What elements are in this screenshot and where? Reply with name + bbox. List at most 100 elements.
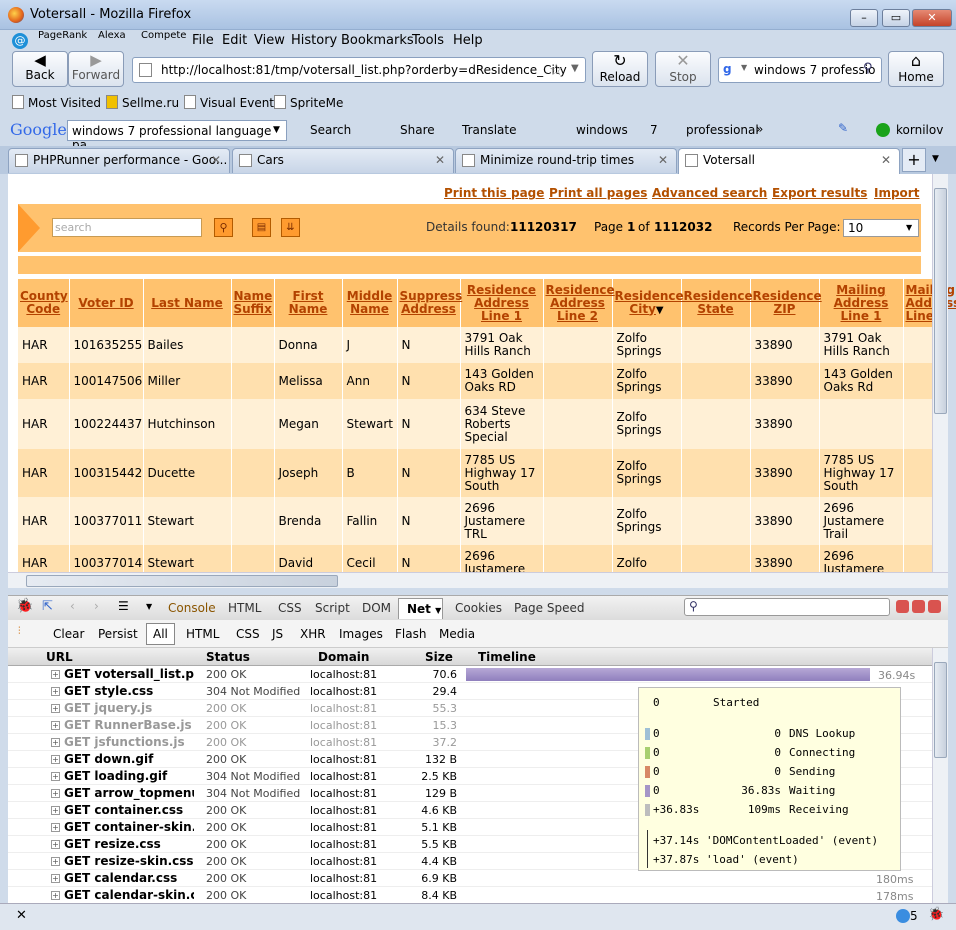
firebug-tab-page-speed[interactable]: Page Speed (514, 601, 584, 615)
close-tab-icon[interactable]: ✕ (658, 153, 668, 167)
col-url[interactable]: URL (46, 650, 73, 664)
google-share-button[interactable]: Share (400, 123, 435, 137)
expand-icon[interactable]: + (51, 789, 60, 798)
filter-images[interactable]: Images (339, 627, 383, 641)
close-tab-icon[interactable]: ✕ (211, 153, 221, 167)
column-header[interactable]: Residence Address Line 1 (460, 279, 544, 327)
page-vertical-scrollbar[interactable] (932, 174, 948, 572)
google-search-button[interactable]: Search (310, 123, 351, 137)
menu-history[interactable]: History (291, 33, 337, 48)
pagerank-icon[interactable]: @ (12, 33, 28, 49)
col-status[interactable]: Status (206, 650, 250, 664)
expand-icon[interactable]: + (51, 755, 60, 764)
firebug-icon[interactable]: 🐞 (16, 598, 33, 614)
bookmark-sellme[interactable]: Sellme.ru (106, 95, 179, 110)
search-input[interactable]: search (52, 218, 202, 237)
expand-icon[interactable]: + (51, 721, 60, 730)
bookmark-visual-event[interactable]: Visual Event (184, 95, 274, 110)
google-translate-button[interactable]: Translate (462, 123, 517, 137)
addon-alexa[interactable]: Alexa (98, 30, 126, 41)
column-header[interactable]: Middle Name (342, 279, 398, 327)
column-header[interactable]: Residence Address Line 2 (543, 279, 615, 327)
new-tab-button[interactable]: + (902, 148, 926, 172)
expand-icon[interactable]: + (51, 891, 60, 900)
column-header[interactable]: Name Suffix (231, 279, 275, 327)
google-query-input[interactable]: windows 7 professional language pa ▼ (67, 120, 287, 152)
col-timeline[interactable]: Timeline (478, 650, 536, 664)
stop-button[interactable]: ✕ Stop (655, 51, 711, 87)
menu-tools[interactable]: Tools (412, 33, 444, 48)
close-status-icon[interactable]: ✕ (16, 908, 27, 923)
column-header[interactable]: County Code (18, 279, 70, 327)
expand-icon[interactable]: + (51, 840, 60, 849)
page-horizontal-scrollbar[interactable] (8, 572, 948, 588)
google-user[interactable]: kornilov (896, 123, 943, 137)
wrench-icon[interactable]: ✎ (838, 121, 848, 135)
menu-edit[interactable]: Edit (222, 33, 247, 48)
url-dropdown-icon[interactable]: ▼ (571, 63, 579, 74)
browser-search-box[interactable]: g ▼ windows 7 professio ⚲ (718, 57, 882, 83)
filter-css[interactable]: CSS (236, 627, 260, 641)
highlight-word-3[interactable]: professional (686, 123, 759, 137)
column-header[interactable]: Residence City ▼ (612, 279, 684, 327)
print-page-link[interactable]: Print this page (444, 186, 544, 200)
filter-all[interactable]: All (146, 623, 175, 645)
tab-phprunner[interactable]: PHPRunner performance - Goo... ✕ (8, 148, 230, 173)
persist-button[interactable]: Persist (98, 627, 138, 641)
menu-help[interactable]: Help (453, 33, 483, 48)
list-menu-icon[interactable]: ☰ (118, 599, 129, 613)
minimize-firebug-icon[interactable] (896, 600, 909, 613)
chevron-more-icon[interactable]: » (756, 122, 763, 136)
collapse-icon[interactable]: ⇊ (281, 218, 300, 237)
menu-bookmarks[interactable]: Bookmarks (341, 33, 414, 48)
filter-flash[interactable]: Flash (395, 627, 426, 641)
back-nav-icon[interactable]: ‹ (70, 599, 75, 613)
show-all-icon[interactable]: ▤ (252, 218, 271, 237)
menu-view[interactable]: View (254, 33, 285, 48)
forward-nav-icon[interactable]: › (94, 599, 99, 613)
column-header[interactable]: First Name (274, 279, 343, 327)
clear-button[interactable]: Clear (53, 627, 84, 641)
inspect-icon[interactable]: ⇱ (42, 599, 53, 614)
column-header[interactable]: Residence ZIP (750, 279, 822, 327)
import-link[interactable]: Import (874, 186, 919, 200)
addon-pagerank[interactable]: PageRank (38, 30, 87, 41)
tab-list-icon[interactable]: ▼ (932, 154, 939, 164)
firebug-tab-net[interactable]: Net ▼ (398, 598, 443, 619)
scrollbar-thumb[interactable] (934, 188, 947, 414)
dropdown-icon[interactable]: ▼ (146, 602, 152, 611)
highlight-word-1[interactable]: windows (576, 123, 628, 137)
expand-icon[interactable]: + (51, 823, 60, 832)
column-header[interactable]: Suppress Address (397, 279, 462, 327)
export-results-link[interactable]: Export results (772, 186, 867, 200)
firebug-status-icon[interactable]: 🐞 (928, 907, 944, 922)
expand-icon[interactable]: + (51, 857, 60, 866)
filter-xhr[interactable]: XHR (300, 627, 326, 641)
firebug-tab-script[interactable]: Script (315, 601, 350, 615)
expand-icon[interactable]: + (51, 687, 60, 696)
magnifier-icon[interactable]: ⚲ (863, 61, 873, 76)
tab-minimize-round-trip[interactable]: Minimize round-trip times ✕ (455, 148, 677, 173)
back-button[interactable]: ◀ Back (12, 51, 68, 87)
firebug-tab-cookies[interactable]: Cookies (455, 601, 502, 615)
records-per-page-select[interactable]: 10 ▼ (843, 219, 919, 237)
close-tab-icon[interactable]: ✕ (881, 153, 891, 167)
close-window-button[interactable]: ✕ (912, 9, 952, 27)
expand-icon[interactable]: + (51, 704, 60, 713)
column-header[interactable]: Residence State (681, 279, 753, 327)
expand-icon[interactable]: + (51, 670, 60, 679)
detach-firebug-icon[interactable] (912, 600, 925, 613)
bookmark-star-icon[interactable]: ☆ (549, 60, 563, 79)
column-header[interactable]: Voter ID (69, 279, 144, 327)
expand-icon[interactable]: + (51, 772, 60, 781)
addon-compete[interactable]: Compete (141, 30, 186, 41)
forward-button[interactable]: ▶ Forward (68, 51, 124, 87)
filter-js[interactable]: JS (272, 627, 283, 641)
net-vertical-scrollbar[interactable] (932, 648, 948, 903)
net-request-row[interactable]: + GET calendar-skin.css 200 OK localhost:81… (8, 887, 932, 904)
bookmark-most-visited[interactable]: Most Visited (12, 95, 101, 110)
print-all-link[interactable]: Print all pages (549, 186, 647, 200)
close-firebug-icon[interactable] (928, 600, 941, 613)
tab-votersall[interactable]: Votersall ✕ (678, 148, 900, 174)
expand-icon[interactable]: + (51, 738, 60, 747)
